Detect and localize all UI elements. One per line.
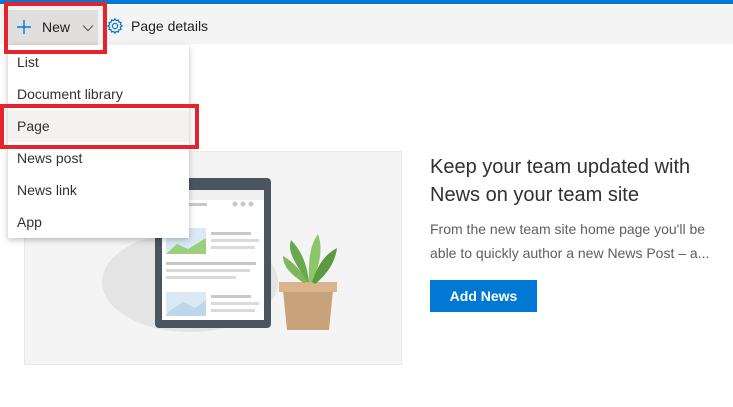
menu-item-app[interactable]: App [8,206,189,238]
news-promo-desc-line1: From the new team site home page you'll … [430,221,706,237]
menu-item-label: App [17,214,42,230]
page-details-button[interactable]: Page details [106,14,208,38]
add-news-button[interactable]: Add News [430,280,537,312]
news-promo-desc-line2: able to quickly author a new News Post –… [430,245,710,261]
highlight-box-page [0,104,199,149]
news-promo-title-line1: Keep your team updated with [430,156,691,178]
menu-item-label: News post [17,150,83,166]
highlight-box-new [4,2,107,54]
news-promo-description: From the new team site home page you'll … [430,217,730,265]
command-bar: New Page details [0,4,733,46]
menu-item-label: News link [17,182,77,198]
menu-item-news-link[interactable]: News link [8,174,189,206]
menu-item-label: List [17,54,39,70]
news-promo-title: Keep your team updated with News on your… [430,153,730,209]
menu-item-label: Document library [17,86,123,102]
gear-icon [106,17,124,35]
page-details-label: Page details [131,18,209,34]
news-promo-title-line2: News on your team site [430,184,639,206]
